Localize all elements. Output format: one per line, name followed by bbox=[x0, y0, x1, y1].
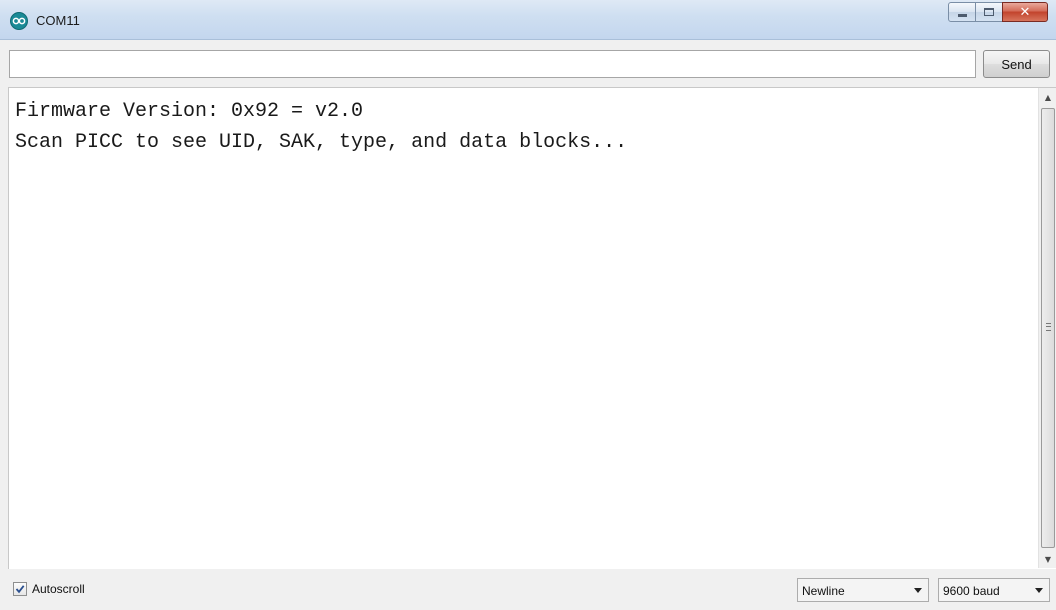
scroll-up-arrow-icon[interactable]: ▲ bbox=[1039, 88, 1056, 106]
message-input[interactable] bbox=[9, 50, 976, 78]
baud-rate-dropdown[interactable]: 9600 baud bbox=[938, 578, 1050, 602]
serial-output-text: Firmware Version: 0x92 = v2.0 Scan PICC t… bbox=[15, 96, 1034, 158]
vertical-scrollbar[interactable]: ▲ ▼ bbox=[1038, 88, 1056, 568]
line-ending-dropdown[interactable]: Newline bbox=[797, 578, 929, 602]
arduino-infinity-icon bbox=[10, 12, 28, 30]
minimize-icon bbox=[957, 13, 967, 17]
output-line: Firmware Version: 0x92 = v2.0 bbox=[15, 100, 364, 123]
checkmark-icon bbox=[15, 585, 25, 594]
window-controls: ✕ bbox=[948, 2, 1048, 24]
scroll-thumb[interactable] bbox=[1041, 108, 1055, 548]
autoscroll-label: Autoscroll bbox=[32, 582, 85, 596]
minimize-button[interactable] bbox=[948, 2, 976, 22]
chevron-down-icon bbox=[1035, 588, 1043, 593]
maximize-icon bbox=[984, 8, 994, 16]
close-button[interactable]: ✕ bbox=[1002, 2, 1048, 22]
scroll-grip-icon bbox=[1046, 323, 1051, 331]
baud-rate-value: 9600 baud bbox=[943, 584, 1000, 598]
output-line: Scan PICC to see UID, SAK, type, and dat… bbox=[15, 131, 628, 154]
serial-monitor-window: COM11 ✕ Send Firmware Version: 0x92 = v2… bbox=[0, 0, 1056, 610]
chevron-down-icon bbox=[914, 588, 922, 593]
window-title: COM11 bbox=[36, 13, 80, 28]
autoscroll-checkbox[interactable] bbox=[13, 582, 27, 596]
close-icon: ✕ bbox=[1019, 4, 1031, 20]
title-bar[interactable]: COM11 ✕ bbox=[0, 0, 1056, 40]
maximize-button[interactable] bbox=[975, 2, 1003, 22]
status-footer: Autoscroll Newline 9600 baud bbox=[0, 570, 1056, 610]
serial-output-area[interactable]: Firmware Version: 0x92 = v2.0 Scan PICC t… bbox=[8, 87, 1056, 569]
line-ending-value: Newline bbox=[802, 584, 845, 598]
send-button[interactable]: Send bbox=[983, 50, 1050, 78]
scroll-down-arrow-icon[interactable]: ▼ bbox=[1039, 550, 1056, 568]
